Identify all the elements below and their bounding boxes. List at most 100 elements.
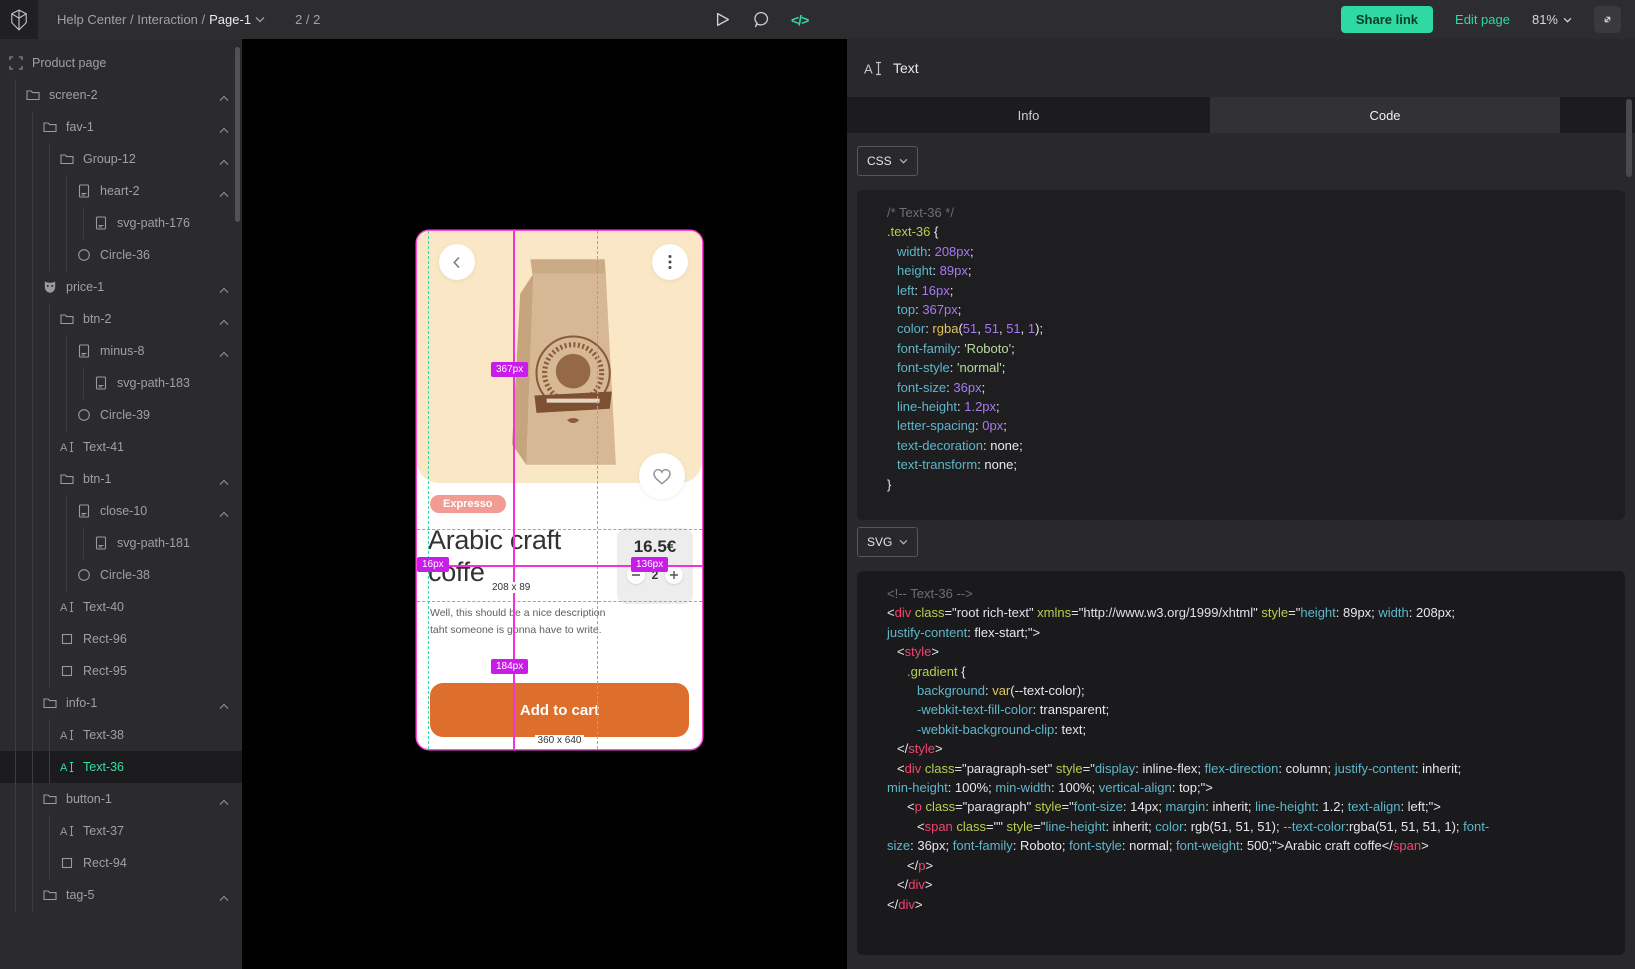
layer-row-circle-39[interactable]: Circle-39	[0, 399, 242, 431]
tab-code[interactable]: Code	[1210, 97, 1560, 133]
more-options-button[interactable]	[652, 244, 688, 280]
tree-indent-guide	[15, 175, 16, 207]
tree-indent-guide	[83, 207, 84, 239]
layer-row-btn-1[interactable]: btn-1	[0, 463, 242, 495]
expand-icon	[1601, 13, 1614, 26]
tree-indent-guide	[32, 335, 33, 367]
tree-indent-guide	[66, 367, 67, 399]
layer-row-rect-95[interactable]: Rect-95	[0, 655, 242, 687]
back-button[interactable]	[439, 244, 475, 280]
heart-icon	[651, 466, 673, 486]
layer-row-text-41[interactable]: AText-41	[0, 431, 242, 463]
layer-label: svg-path-176	[117, 216, 190, 230]
category-tag[interactable]: Expresso	[430, 495, 506, 513]
layer-row-svg-path-181[interactable]: svg-path-181	[0, 527, 242, 559]
tree-indent-guide	[15, 655, 16, 687]
css-format-select[interactable]: CSS	[857, 146, 918, 176]
layer-row-svg-path-176[interactable]: svg-path-176	[0, 207, 242, 239]
layer-row-button-1[interactable]: button-1	[0, 783, 242, 815]
layer-row-minus-8[interactable]: minus-8	[0, 335, 242, 367]
layer-row-text-40[interactable]: AText-40	[0, 591, 242, 623]
breadcrumb[interactable]: Help Center / Interaction / Page-1	[57, 12, 265, 27]
svg-format-select[interactable]: SVG	[857, 527, 918, 557]
layer-row-rect-96[interactable]: Rect-96	[0, 623, 242, 655]
tree-indent-guide	[49, 847, 50, 879]
tab-info[interactable]: Info	[847, 97, 1210, 133]
layer-row-text-38[interactable]: AText-38	[0, 719, 242, 751]
tree-indent-guide	[15, 367, 16, 399]
collapse-chevron-icon[interactable]	[219, 123, 229, 137]
collapse-chevron-icon[interactable]	[219, 507, 229, 521]
collapse-chevron-icon[interactable]	[219, 795, 229, 809]
layer-row-circle-38[interactable]: Circle-38	[0, 559, 242, 591]
tree-indent-guide	[49, 239, 50, 271]
frame-layer-icon	[8, 56, 23, 71]
tree-indent-guide	[32, 783, 33, 815]
collapse-chevron-icon[interactable]	[219, 91, 229, 105]
comment-icon[interactable]	[752, 11, 769, 28]
collapse-chevron-icon[interactable]	[219, 347, 229, 361]
share-link-button[interactable]: Share link	[1341, 6, 1433, 33]
tree-indent-guide	[15, 143, 16, 175]
svgfile-layer-icon	[76, 344, 91, 359]
tree-indent-guide	[15, 591, 16, 623]
svgfile-layer-icon	[93, 216, 108, 231]
fullscreen-button[interactable]	[1594, 6, 1621, 33]
collapse-chevron-icon[interactable]	[219, 283, 229, 297]
layer-row-circle-36[interactable]: Circle-36	[0, 239, 242, 271]
tree-indent-guide	[32, 431, 33, 463]
chevron-down-icon	[899, 539, 908, 545]
chevron-down-icon	[899, 158, 908, 164]
layer-label: Circle-39	[100, 408, 150, 422]
plus-icon	[670, 571, 678, 579]
layer-label: svg-path-183	[117, 376, 190, 390]
inspector-panel: A Text Info Code CSS /* Text-36 */.text-…	[847, 39, 1635, 969]
code-view-icon[interactable]: </>	[791, 12, 808, 28]
sidebar-scrollbar[interactable]	[235, 47, 240, 222]
layer-row-text-37[interactable]: AText-37	[0, 815, 242, 847]
mask-layer-icon	[42, 280, 57, 295]
collapse-chevron-icon[interactable]	[219, 187, 229, 201]
favorite-button[interactable]	[639, 453, 685, 499]
layer-label: Rect-94	[83, 856, 127, 870]
layer-row-btn-2[interactable]: btn-2	[0, 303, 242, 335]
code-line: .gradient {	[887, 662, 1625, 681]
layer-row-group-12[interactable]: Group-12	[0, 143, 242, 175]
panel-scrollbar[interactable]	[1626, 99, 1632, 177]
layer-row-close-10[interactable]: close-10	[0, 495, 242, 527]
collapse-chevron-icon[interactable]	[219, 699, 229, 713]
collapse-chevron-icon[interactable]	[219, 891, 229, 905]
collapse-chevron-icon[interactable]	[219, 475, 229, 489]
layer-row-product page[interactable]: Product page	[0, 47, 242, 79]
svgfile-layer-icon	[76, 504, 91, 519]
code-line: font-family: 'Roboto';	[887, 339, 1625, 358]
code-line: <div class="paragraph-set" style="displa…	[887, 759, 1625, 778]
page-counter: 2 / 2	[295, 12, 320, 27]
css-code-block: /* Text-36 */.text-36 {width: 208px;heig…	[857, 190, 1625, 520]
layer-row-svg-path-183[interactable]: svg-path-183	[0, 367, 242, 399]
tree-indent-guide	[32, 527, 33, 559]
layer-row-info-1[interactable]: info-1	[0, 687, 242, 719]
zoom-level-control[interactable]: 81%	[1532, 12, 1572, 27]
layer-row-rect-94[interactable]: Rect-94	[0, 847, 242, 879]
increase-quantity-button[interactable]	[665, 566, 683, 584]
app-logo[interactable]	[0, 0, 38, 39]
layer-row-text-36[interactable]: AText-36	[0, 751, 242, 783]
decrease-quantity-button[interactable]	[627, 566, 645, 584]
layer-row-fav-1[interactable]: fav-1	[0, 111, 242, 143]
design-canvas[interactable]: Expresso Arabic craft coffe 16.5€ 2 Well…	[242, 39, 847, 969]
collapse-chevron-icon[interactable]	[219, 155, 229, 169]
tree-indent-guide	[32, 143, 33, 175]
layer-label: Circle-36	[100, 248, 150, 262]
layer-row-price-1[interactable]: price-1	[0, 271, 242, 303]
layer-row-heart-2[interactable]: heart-2	[0, 175, 242, 207]
layer-label: tag-5	[66, 888, 95, 902]
play-icon[interactable]	[716, 12, 730, 27]
edit-page-link[interactable]: Edit page	[1455, 12, 1510, 27]
layer-row-screen-2[interactable]: screen-2	[0, 79, 242, 111]
tree-indent-guide	[15, 719, 16, 751]
collapse-chevron-icon[interactable]	[219, 315, 229, 329]
layer-row-tag-5[interactable]: tag-5	[0, 879, 242, 911]
tree-indent-guide	[32, 559, 33, 591]
add-to-cart-button[interactable]: Add to cart	[430, 683, 689, 737]
